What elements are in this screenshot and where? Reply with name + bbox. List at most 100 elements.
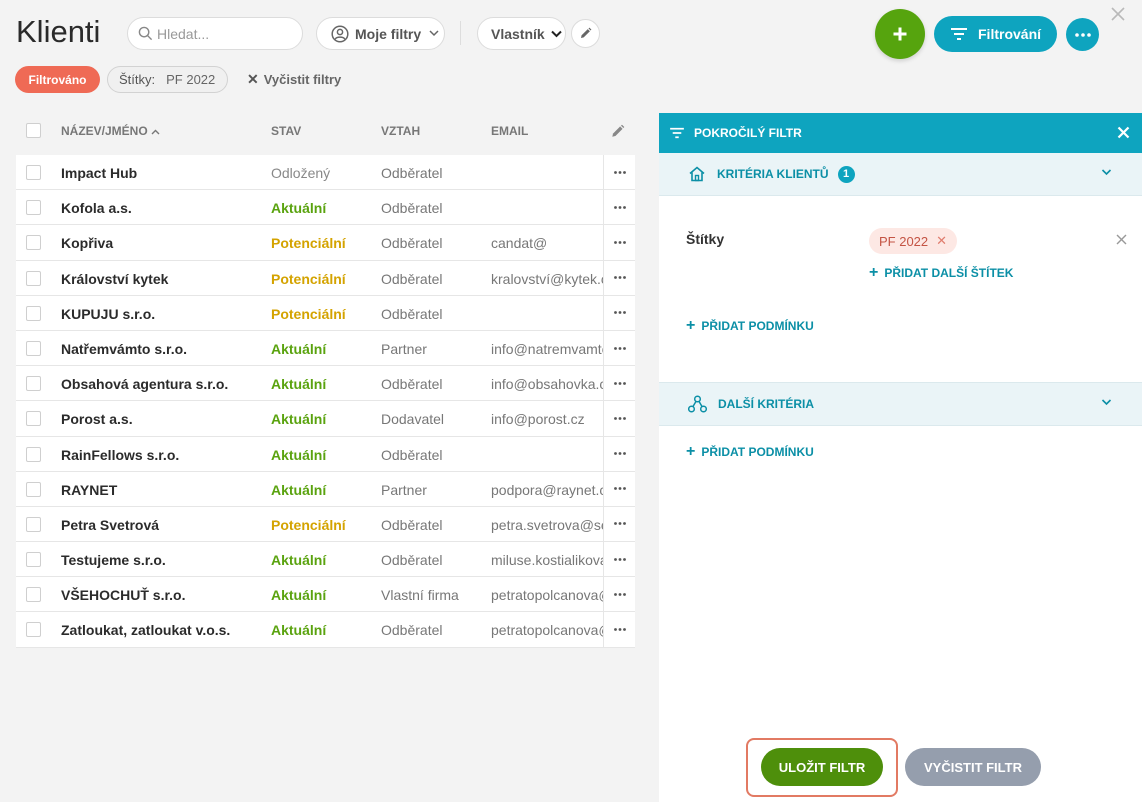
cell-name[interactable]: Petra Svetrová — [61, 517, 159, 533]
add-client-button[interactable] — [875, 9, 925, 59]
row-actions-button[interactable] — [603, 577, 635, 612]
my-filters-dropdown[interactable]: Moje filtry — [316, 17, 445, 50]
column-header-relation[interactable]: VZTAH — [381, 124, 420, 138]
remove-tag-icon[interactable]: ✕ — [936, 233, 947, 249]
cell-relation: Odběratel — [381, 270, 443, 287]
table-row[interactable]: Zatloukat, zatloukat v.o.s. Aktuální Odběr… — [16, 612, 635, 648]
more-icon — [613, 311, 626, 315]
home-icon — [689, 166, 705, 182]
pencil-icon[interactable] — [610, 124, 625, 139]
row-checkbox[interactable] — [26, 340, 41, 356]
cell-name[interactable]: Zatloukat, zatloukat v.o.s. — [61, 622, 230, 638]
row-actions-button[interactable] — [603, 366, 635, 401]
cell-name[interactable]: Natřemvámto s.r.o. — [61, 341, 187, 357]
cell-name[interactable]: Impact Hub — [61, 165, 137, 181]
row-checkbox[interactable] — [26, 165, 41, 180]
column-header-name[interactable]: NÁZEV/JMÉNO — [61, 124, 160, 138]
cell-name[interactable]: Kofola a.s. — [61, 200, 132, 216]
cell-name[interactable]: RainFellows s.r.o. — [61, 447, 179, 463]
owner-dropdown[interactable]: Vlastník — [477, 17, 566, 50]
row-actions-button[interactable] — [603, 471, 635, 506]
clear-filters-link[interactable]: ✕ Vyčistit filtry — [247, 71, 341, 88]
cell-name[interactable]: Porost a.s. — [61, 411, 133, 427]
cell-name[interactable]: Kopřiva — [61, 235, 113, 251]
row-actions-button[interactable] — [603, 542, 635, 577]
row-checkbox[interactable] — [26, 270, 41, 286]
row-checkbox[interactable] — [26, 411, 41, 427]
row-checkbox[interactable] — [26, 622, 41, 638]
chevron-down-icon — [550, 30, 562, 37]
row-actions-button[interactable] — [603, 436, 635, 471]
table-row[interactable]: RainFellows s.r.o. Aktuální Odběratel — [16, 436, 635, 472]
row-actions-button[interactable] — [603, 612, 635, 647]
row-checkbox[interactable] — [26, 200, 41, 216]
table-row[interactable]: VŠEHOCHUŤ s.r.o. Aktuální Vlastní firma pet… — [16, 577, 635, 613]
row-actions-button[interactable] — [603, 330, 635, 366]
row-actions-button[interactable] — [603, 190, 635, 225]
tag-chip-value: PF 2022 — [166, 72, 216, 87]
cell-name[interactable]: Testujeme s.r.o. — [61, 552, 166, 568]
table-row[interactable]: Porost a.s. Aktuální Dodavatel info@porost.… — [16, 401, 635, 437]
column-header-name-label: NÁZEV/JMÉNO — [61, 124, 148, 138]
row-actions-button[interactable] — [603, 155, 635, 190]
more-icon — [613, 205, 626, 209]
add-condition-link[interactable]: + PŘIDAT PODMÍNKU — [686, 318, 814, 334]
toolbar-divider — [460, 21, 461, 45]
cell-name[interactable]: Království kytek — [61, 271, 168, 287]
row-checkbox[interactable] — [26, 376, 41, 392]
column-header-email[interactable]: EMAIL — [491, 124, 528, 138]
criterion-tag-value: PF 2022 — [879, 233, 929, 249]
table-row[interactable]: Obsahová agentura s.r.o. Aktuální Odběrate… — [16, 366, 635, 402]
table-row[interactable]: RAYNET Aktuální Partner podpora@raynet.cz — [16, 471, 635, 507]
filter-button[interactable]: Filtrování — [934, 16, 1057, 52]
cell-name[interactable]: Obsahová agentura s.r.o. — [61, 376, 228, 392]
section-client-criteria[interactable]: KRITÉRIA KLIENTŮ 1 — [659, 153, 1142, 196]
row-actions-button[interactable] — [603, 260, 635, 295]
row-actions-button[interactable] — [603, 225, 635, 260]
close-icon[interactable] — [1110, 6, 1126, 22]
row-checkbox[interactable] — [26, 235, 41, 251]
more-icon — [1074, 32, 1091, 37]
add-condition-link-2[interactable]: + PŘIDAT PODMÍNKU — [686, 444, 814, 460]
filtered-badge: Filtrováno — [15, 66, 100, 93]
table-row[interactable]: Impact Hub Odložený Odběratel — [16, 155, 635, 191]
row-checkbox[interactable] — [26, 587, 41, 603]
edit-owner-button[interactable] — [571, 19, 600, 48]
cell-name[interactable]: RAYNET — [61, 482, 117, 498]
cell-relation: Odběratel — [381, 552, 443, 569]
table-row[interactable]: Království kytek Potenciální Odběratel kral… — [16, 260, 635, 296]
table-row[interactable]: Testujeme s.r.o. Aktuální Odběratel miluse.… — [16, 542, 635, 578]
row-actions-button[interactable] — [603, 401, 635, 436]
row-checkbox[interactable] — [26, 552, 41, 568]
cell-name[interactable]: KUPUJU s.r.o. — [61, 306, 155, 322]
row-actions-button[interactable] — [603, 506, 635, 542]
search-input[interactable] — [157, 25, 297, 42]
my-filters-label: Moje filtry — [355, 25, 422, 42]
select-all-checkbox[interactable] — [26, 123, 41, 138]
row-actions-button[interactable] — [603, 295, 635, 330]
advanced-filter-header: POKROČILÝ FILTR — [659, 113, 1142, 153]
section-other-criteria[interactable]: DALŠÍ KRITÉRIA — [659, 383, 1142, 426]
active-tag-filter-chip[interactable]: Štítky: PF 2022 — [107, 66, 228, 93]
column-header-status[interactable]: STAV — [271, 124, 301, 138]
row-checkbox[interactable] — [26, 516, 41, 532]
close-icon[interactable] — [1116, 234, 1127, 245]
table-row[interactable]: Natřemvámto s.r.o. Aktuální Partner info@na… — [16, 330, 635, 367]
row-checkbox[interactable] — [26, 305, 41, 321]
table-row[interactable]: Petra Svetrová Potenciální Odběratel petra.… — [16, 506, 635, 543]
row-checkbox[interactable] — [26, 481, 41, 497]
more-icon — [613, 276, 626, 280]
table-row[interactable]: Kopřiva Potenciální Odběratel candat@ — [16, 225, 635, 261]
table-row[interactable]: Kofola a.s. Aktuální Odběratel — [16, 190, 635, 226]
clear-filter-button[interactable]: VYČISTIT FILTR — [905, 748, 1041, 786]
row-checkbox[interactable] — [26, 446, 41, 462]
close-icon[interactable] — [1117, 126, 1130, 139]
cell-name[interactable]: VŠEHOCHUŤ s.r.o. — [61, 587, 185, 603]
filter-icon — [951, 28, 967, 40]
more-actions-button[interactable] — [1066, 18, 1099, 51]
search-box[interactable] — [127, 17, 303, 50]
add-tag-link[interactable]: + PŘIDAT DALŠÍ ŠTÍTEK — [869, 265, 1013, 281]
save-filter-button[interactable]: ULOŽIT FILTR — [761, 748, 883, 786]
criterion-tag-chip[interactable]: PF 2022 ✕ — [869, 228, 958, 254]
table-row[interactable]: KUPUJU s.r.o. Potenciální Odběratel — [16, 295, 635, 331]
